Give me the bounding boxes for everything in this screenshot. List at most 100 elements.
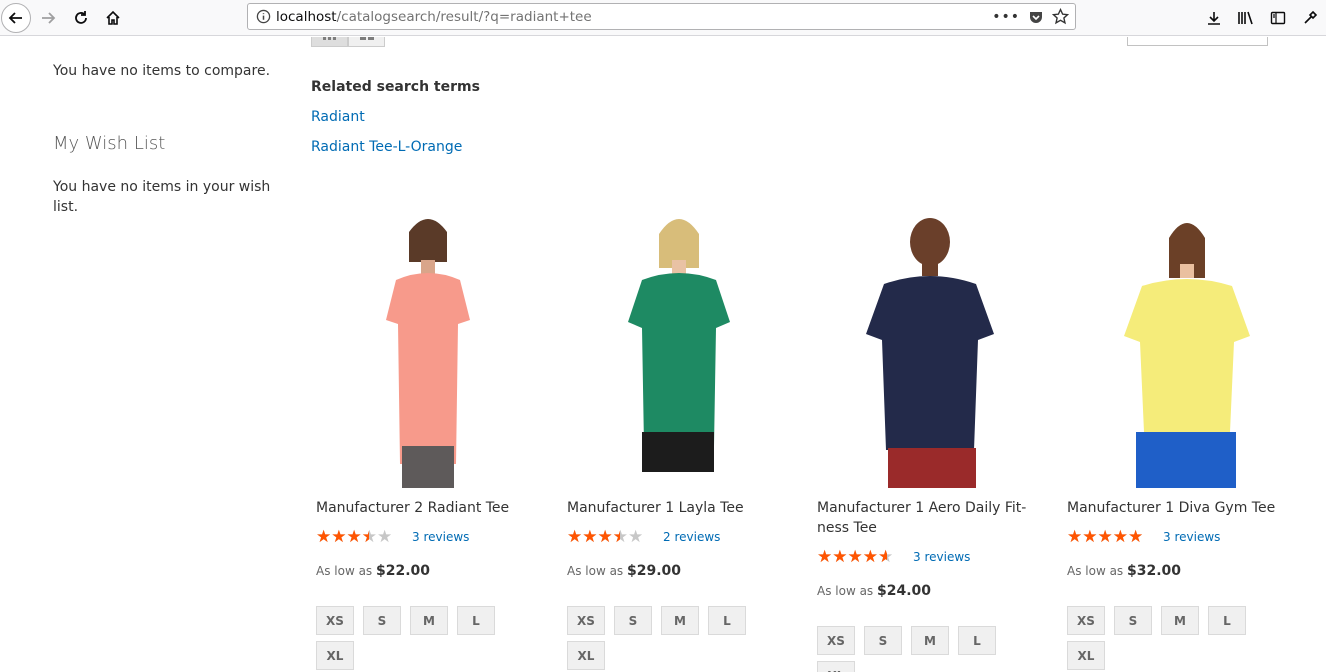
size-swatch-xl[interactable]: XL bbox=[1067, 641, 1105, 670]
rating-fill: ★★★★★ bbox=[817, 548, 888, 566]
rating-fill: ★★★★★ bbox=[1067, 528, 1144, 546]
size-swatch-xs[interactable]: XS bbox=[1067, 606, 1105, 635]
reload-button[interactable] bbox=[66, 3, 96, 33]
url-host: localhost bbox=[276, 8, 337, 25]
reviews-link[interactable]: 3 reviews bbox=[913, 550, 970, 564]
page-content: You have no items to compare. My Wish Li… bbox=[0, 37, 1326, 672]
size-swatch-l[interactable]: L bbox=[1208, 606, 1246, 635]
compare-empty-text: You have no items to compare. bbox=[53, 63, 271, 79]
page-actions-icon[interactable]: ••• bbox=[992, 9, 1020, 25]
url-path: /catalogsearch/result/?q=radiant+tee bbox=[336, 8, 592, 25]
product-rating: ★★★★★ ★★★★★ 3 reviews bbox=[817, 548, 970, 566]
related-term-radiant-tee-l-orange[interactable]: Radiant Tee-L-Orange bbox=[311, 139, 462, 155]
product-rating: ★★★★★ ★★★★★ 3 reviews bbox=[316, 528, 469, 546]
related-search-title: Related search terms bbox=[311, 79, 480, 95]
product-image[interactable] bbox=[562, 212, 797, 488]
rating-stars: ★★★★★ ★★★★★ bbox=[817, 547, 894, 567]
product-image[interactable] bbox=[311, 212, 546, 488]
size-swatch-xs[interactable]: XS bbox=[316, 606, 354, 635]
size-swatch-s[interactable]: S bbox=[614, 606, 652, 635]
size-swatch-l[interactable]: L bbox=[457, 606, 495, 635]
product-image[interactable] bbox=[1062, 212, 1297, 488]
rating-stars: ★★★★★ ★★★★★ bbox=[567, 527, 644, 547]
pocket-icon[interactable] bbox=[1028, 9, 1044, 25]
size-swatch-m[interactable]: M bbox=[661, 606, 699, 635]
size-swatch-xs[interactable]: XS bbox=[817, 626, 855, 655]
reviews-link[interactable]: 2 reviews bbox=[663, 530, 720, 544]
eyedropper-button[interactable] bbox=[1294, 3, 1326, 33]
product-name[interactable]: Manufacturer 1 Diva Gym Tee bbox=[1067, 498, 1282, 518]
size-swatch-l[interactable]: L bbox=[708, 606, 746, 635]
home-button[interactable] bbox=[98, 3, 128, 33]
browser-toolbar: localhost/catalogsearch/result/?q=radian… bbox=[0, 0, 1326, 36]
price-label: As low as bbox=[1067, 564, 1124, 578]
product-rating: ★★★★★ ★★★★★ 3 reviews bbox=[1067, 528, 1220, 546]
price-box: As low as $29.00 bbox=[567, 563, 681, 579]
reviews-link[interactable]: 3 reviews bbox=[1163, 530, 1220, 544]
size-swatch-s[interactable]: S bbox=[363, 606, 401, 635]
price-label: As low as bbox=[567, 564, 624, 578]
shirt-shape bbox=[1124, 279, 1250, 432]
download-icon bbox=[1208, 12, 1220, 25]
pants-shape bbox=[402, 446, 454, 488]
size-swatch-l[interactable]: L bbox=[958, 626, 996, 655]
size-swatch-m[interactable]: M bbox=[911, 626, 949, 655]
price-value: $32.00 bbox=[1127, 563, 1182, 579]
wishlist-empty-text: You have no items in your wish list. bbox=[53, 179, 271, 215]
forward-arrow-icon bbox=[42, 12, 56, 24]
size-swatch-s[interactable]: S bbox=[864, 626, 902, 655]
pants-shape bbox=[642, 432, 714, 472]
product-name[interactable]: Manufacturer 2 Radiant Tee bbox=[316, 498, 531, 518]
price-value: $22.00 bbox=[376, 563, 431, 579]
product-image[interactable] bbox=[812, 212, 1047, 488]
size-swatch-m[interactable]: M bbox=[1161, 606, 1199, 635]
price-value: $24.00 bbox=[877, 583, 932, 599]
library-button[interactable] bbox=[1230, 3, 1262, 33]
price-value: $29.00 bbox=[627, 563, 682, 579]
price-box: As low as $32.00 bbox=[1067, 563, 1181, 579]
grid-mode-button[interactable] bbox=[311, 37, 348, 47]
wishlist-title: My Wish List bbox=[53, 133, 166, 154]
related-term-radiant[interactable]: Radiant bbox=[311, 109, 365, 125]
sidebar-toggle-button[interactable] bbox=[1262, 3, 1294, 33]
eyedropper-icon bbox=[1304, 10, 1318, 24]
price-box: As low as $24.00 bbox=[817, 583, 931, 599]
view-mode-switch bbox=[311, 37, 385, 47]
bookmark-star-icon[interactable] bbox=[1052, 8, 1069, 25]
list-icon bbox=[359, 37, 374, 40]
sort-by-select[interactable] bbox=[1127, 37, 1268, 46]
rating-stars: ★★★★★ ★★★★★ bbox=[1067, 528, 1155, 546]
pants-shape bbox=[888, 448, 976, 488]
size-swatch-xs[interactable]: XS bbox=[567, 606, 605, 635]
downloads-button[interactable] bbox=[1198, 3, 1230, 33]
price-label: As low as bbox=[817, 584, 874, 598]
price-label: As low as bbox=[316, 564, 373, 578]
grid-icon bbox=[322, 37, 336, 40]
rating-fill: ★★★★★ bbox=[567, 528, 620, 546]
size-swatch-m[interactable]: M bbox=[410, 606, 448, 635]
home-icon bbox=[106, 10, 120, 25]
reload-icon bbox=[75, 11, 87, 24]
list-mode-button[interactable] bbox=[348, 37, 385, 47]
rating-fill: ★★★★★ bbox=[316, 528, 369, 546]
size-swatch-s[interactable]: S bbox=[1114, 606, 1152, 635]
shirt-shape bbox=[866, 276, 994, 450]
reviews-link[interactable]: 3 reviews bbox=[412, 530, 469, 544]
back-arrow-icon bbox=[8, 12, 22, 24]
price-box: As low as $22.00 bbox=[316, 563, 430, 579]
library-icon bbox=[1238, 11, 1253, 25]
info-icon[interactable] bbox=[250, 9, 276, 24]
product-name[interactable]: Manufacturer 1 Aero Daily Fit­ness Tee bbox=[817, 498, 1032, 538]
pants-shape bbox=[1136, 432, 1236, 488]
rating-stars: ★★★★★ ★★★★★ bbox=[316, 527, 393, 547]
url-bar[interactable]: localhost/catalogsearch/result/?q=radian… bbox=[247, 3, 1076, 30]
size-swatch-xl[interactable]: XL bbox=[316, 641, 354, 670]
product-name[interactable]: Manufacturer 1 Layla Tee bbox=[567, 498, 782, 518]
product-rating: ★★★★★ ★★★★★ 2 reviews bbox=[567, 528, 720, 546]
forward-button[interactable] bbox=[33, 3, 63, 33]
size-swatch-xl[interactable]: XL bbox=[817, 661, 855, 672]
size-swatch-xl[interactable]: XL bbox=[567, 641, 605, 670]
shirt-shape bbox=[386, 273, 470, 464]
sidebar-icon bbox=[1270, 11, 1286, 25]
back-button[interactable] bbox=[1, 3, 31, 33]
